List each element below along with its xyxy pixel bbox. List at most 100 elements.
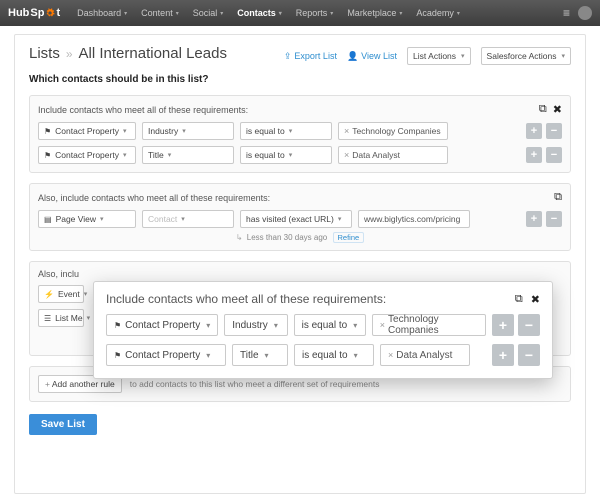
menu-icon[interactable]: ≡ [563, 6, 570, 20]
nav-label: Marketplace [347, 8, 396, 18]
operator-dropdown[interactable]: has visited (exact URL) [240, 210, 352, 228]
dd-label: Industry [148, 126, 178, 136]
salesforce-actions-dropdown[interactable]: Salesforce Actions [481, 47, 571, 65]
refine-text: Less than 30 days ago [247, 233, 328, 242]
chevron-down-icon: ▾ [330, 10, 333, 17]
list-actions-dropdown[interactable]: List Actions [407, 47, 471, 65]
operator-dropdown[interactable]: is equal to [240, 122, 332, 140]
save-list-button[interactable]: Save List [29, 414, 97, 435]
dd-label: is equal to [302, 350, 348, 361]
filter-type-dropdown[interactable]: ☰ List Me [38, 309, 84, 327]
filter-type-dropdown[interactable]: ⚑Contact Property [106, 344, 226, 366]
dd-label: Page View [56, 214, 96, 224]
refine-button[interactable]: Refine [333, 232, 365, 243]
add-row-button[interactable]: + [492, 344, 514, 366]
remove-tag-icon[interactable]: × [388, 350, 393, 360]
operator-dropdown[interactable]: is equal to [294, 314, 366, 336]
nav-label: Content [141, 8, 173, 18]
operator-dropdown[interactable]: is equal to [240, 146, 332, 164]
nav-social[interactable]: Social▾ [186, 8, 231, 18]
dd-label: List Me [55, 313, 82, 323]
brand-sp: Sp [30, 7, 44, 19]
dd-label: Contact [148, 214, 177, 224]
nav-marketplace[interactable]: Marketplace▾ [340, 8, 409, 18]
remove-tag-icon[interactable]: × [344, 126, 349, 136]
property-dropdown[interactable]: Industry [224, 314, 287, 336]
remove-row-button[interactable]: − [518, 344, 540, 366]
chevron-down-icon: ▾ [279, 10, 282, 17]
nav-contacts[interactable]: Contacts▾ [230, 8, 289, 18]
nav-label: Reports [296, 8, 328, 18]
property-dropdown[interactable]: Title [232, 344, 288, 366]
brand-logo[interactable]: Hub Sp t [8, 7, 60, 19]
filter-type-dropdown[interactable]: ▤Page View [38, 210, 136, 228]
nav-academy[interactable]: Academy▾ [409, 8, 467, 18]
clone-icon[interactable]: ⧉ [515, 293, 523, 306]
operator-dropdown[interactable]: is equal to [294, 344, 374, 366]
nav-dashboard[interactable]: Dashboard▾ [70, 8, 134, 18]
nav-right: ≡ [563, 6, 592, 20]
rule-row: ▤Page View Contact has visited (exact UR… [38, 210, 562, 228]
refine-line: ↳ Less than 30 days ago Refine [38, 233, 562, 242]
breadcrumb-current: All International Leads [79, 45, 227, 62]
filter-type-dropdown[interactable]: ⚑Contact Property [38, 122, 136, 140]
nav-label: Academy [416, 8, 454, 18]
nav-label: Dashboard [77, 8, 121, 18]
flag-icon: ⚑ [44, 127, 51, 136]
filter-type-dropdown[interactable]: ⚑Contact Property [38, 146, 136, 164]
rule-group-2: Also, include contacts who meet all of t… [29, 183, 571, 251]
header-actions: ⇪Export List 👤View List List Actions Sal… [284, 47, 571, 65]
add-row-button[interactable]: + [492, 314, 514, 336]
remove-row-button[interactable]: − [546, 211, 562, 227]
value-input[interactable]: ×Technology Companies [338, 122, 448, 140]
remove-row-button[interactable]: − [546, 147, 562, 163]
add-row-button[interactable]: + [526, 211, 542, 227]
top-navbar: Hub Sp t Dashboard▾ Content▾ Social▾ Con… [0, 0, 600, 26]
filter-type-dropdown[interactable]: ⚑Contact Property [106, 314, 218, 336]
share-icon: ⇪ [284, 51, 292, 62]
nav-reports[interactable]: Reports▾ [289, 8, 341, 18]
nav-label: Social [193, 8, 218, 18]
value-input[interactable]: www.biglytics.com/pricing [358, 210, 470, 228]
chevron-down-icon: ▾ [124, 10, 127, 17]
remove-row-button[interactable]: − [546, 123, 562, 139]
user-icon: 👤 [347, 51, 358, 62]
nav-content[interactable]: Content▾ [134, 8, 186, 18]
clone-icon[interactable]: ⧉ [539, 103, 547, 116]
close-icon[interactable]: ✖ [553, 103, 562, 116]
filter-type-dropdown[interactable]: ⚡Event [38, 285, 84, 303]
link-label: View List [361, 51, 397, 61]
export-list-link[interactable]: ⇪Export List [284, 51, 337, 62]
remove-row-button[interactable]: − [518, 314, 540, 336]
rule-row: ⚑Contact Property Title is equal to ×Dat… [38, 146, 562, 164]
avatar[interactable] [578, 6, 592, 20]
dd-label: has visited (exact URL) [246, 214, 334, 224]
value-text: Technology Companies [388, 314, 478, 336]
add-row-button[interactable]: + [526, 123, 542, 139]
dd-label: is equal to [302, 320, 348, 331]
view-list-link[interactable]: 👤View List [347, 51, 397, 62]
dd-label: Contact Property [125, 320, 200, 331]
close-icon[interactable]: ✖ [531, 293, 540, 306]
chevron-down-icon: ▾ [220, 10, 223, 17]
brand-hub: Hub [8, 7, 29, 19]
breadcrumb-root[interactable]: Lists [29, 45, 60, 62]
rule-group-1: Include contacts who meet all of these r… [29, 95, 571, 173]
value-input[interactable]: ×Data Analyst [380, 344, 470, 366]
property-dropdown[interactable]: Industry [142, 122, 234, 140]
flag-icon: ⚑ [114, 351, 121, 360]
value-input[interactable]: ×Data Analyst [338, 146, 448, 164]
property-dropdown[interactable]: Contact [142, 210, 234, 228]
question-heading: Which contacts should be in this list? [29, 74, 571, 85]
remove-tag-icon[interactable]: × [344, 150, 349, 160]
dd-label: Event [58, 289, 80, 299]
clone-icon[interactable]: ⧉ [554, 191, 562, 204]
list-icon: ☰ [44, 314, 51, 323]
remove-tag-icon[interactable]: × [380, 320, 385, 330]
nav-items: Dashboard▾ Content▾ Social▾ Contacts▾ Re… [70, 8, 563, 18]
rule-row: ⚑Contact Property Industry is equal to ×… [38, 122, 562, 140]
property-dropdown[interactable]: Title [142, 146, 234, 164]
value-input[interactable]: ×Technology Companies [372, 314, 486, 336]
add-row-button[interactable]: + [526, 147, 542, 163]
add-rule-hint: to add contacts to this list who meet a … [130, 379, 380, 389]
